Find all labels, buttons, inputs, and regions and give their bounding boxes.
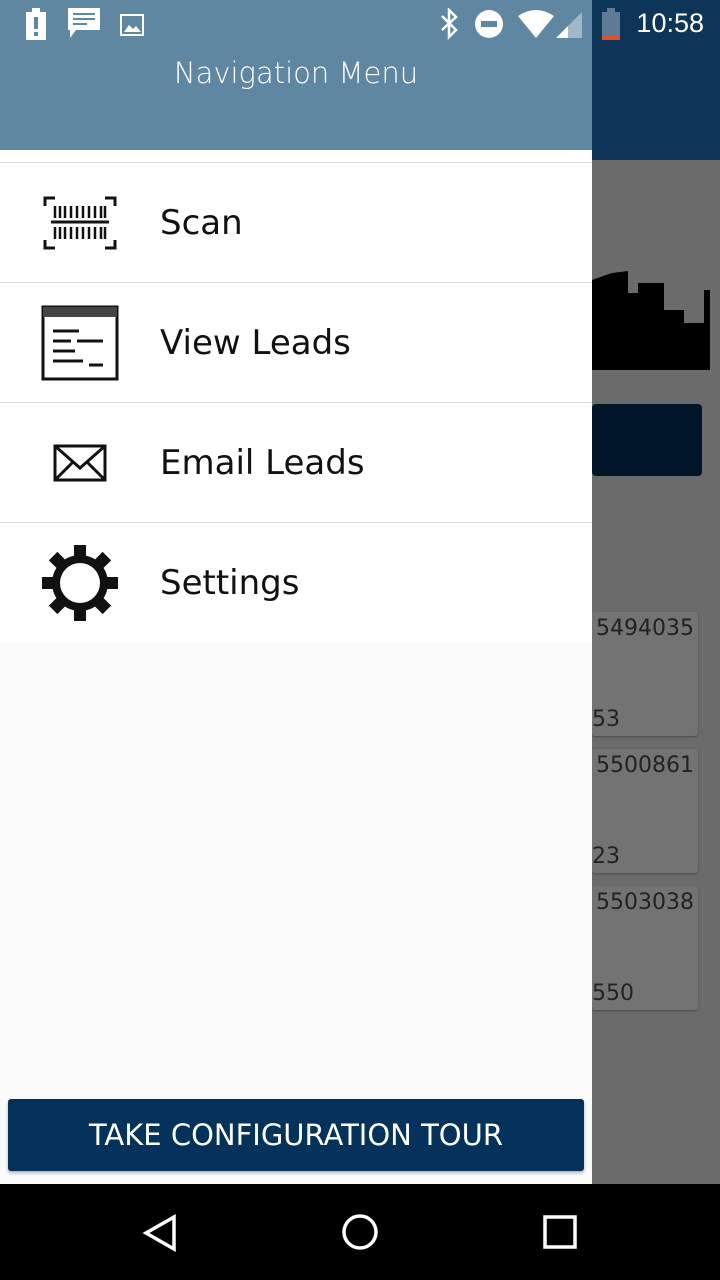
message-icon bbox=[68, 8, 100, 38]
list-window-icon bbox=[0, 305, 160, 381]
menu-item-view-leads[interactable]: View Leads bbox=[0, 283, 592, 403]
recents-icon[interactable] bbox=[542, 1214, 578, 1250]
background-lead-card: 5500861 23 bbox=[592, 749, 698, 873]
home-icon[interactable] bbox=[340, 1212, 380, 1252]
bluetooth-icon bbox=[441, 8, 458, 40]
gear-icon bbox=[0, 544, 160, 622]
menu-item-label: Email Leads bbox=[160, 442, 365, 483]
status-bar: 10:58 bbox=[0, 0, 720, 48]
battery-alert-icon bbox=[26, 8, 46, 40]
envelope-icon bbox=[0, 444, 160, 482]
menu-item-label: View Leads bbox=[160, 322, 351, 363]
do-not-disturb-icon bbox=[475, 10, 503, 38]
take-configuration-tour-button[interactable]: TAKE CONFIGURATION TOUR bbox=[8, 1099, 584, 1171]
background-lead-card: 5494035 53 bbox=[592, 612, 698, 736]
menu-item-email-leads[interactable]: Email Leads bbox=[0, 403, 592, 523]
navigation-drawer: Navigation Menu Scan View Leads Email Le… bbox=[0, 0, 592, 1184]
background-button bbox=[592, 404, 702, 476]
menu-item-settings[interactable]: Settings bbox=[0, 523, 592, 643]
system-nav-bar bbox=[0, 1184, 720, 1280]
menu-item-scan[interactable]: Scan bbox=[0, 163, 592, 283]
drawer-title: Navigation Menu bbox=[173, 56, 419, 90]
wifi-icon bbox=[518, 10, 554, 38]
battery-icon bbox=[602, 8, 620, 40]
menu-item-label: Settings bbox=[160, 563, 300, 603]
barcode-scan-icon bbox=[0, 194, 160, 252]
clock: 10:58 bbox=[636, 8, 704, 38]
image-icon bbox=[120, 14, 144, 36]
background-chart bbox=[592, 271, 710, 370]
background-lead-card: 5503038 550 bbox=[592, 886, 698, 1010]
back-icon[interactable] bbox=[142, 1214, 178, 1252]
menu-item-label: Scan bbox=[160, 202, 243, 243]
